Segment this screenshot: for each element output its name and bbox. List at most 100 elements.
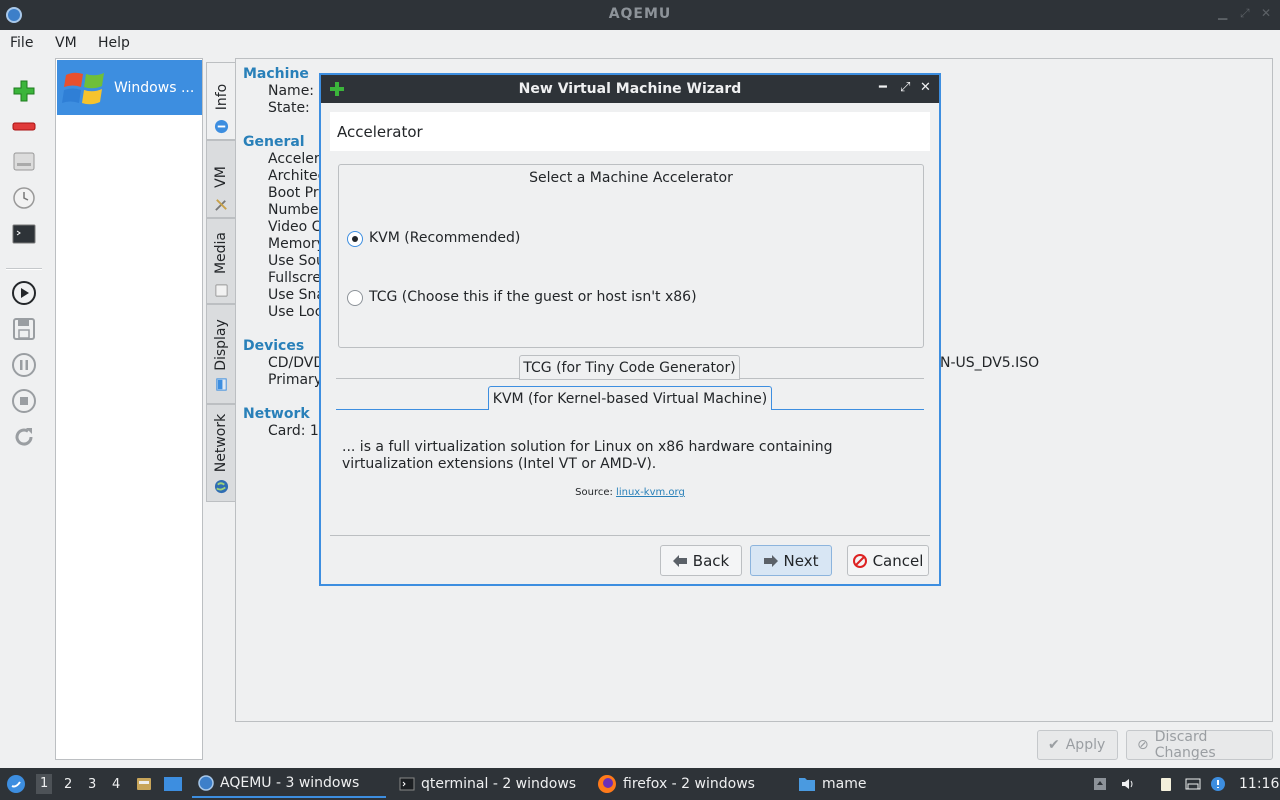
dialog-minimize-icon[interactable]: ━ — [879, 80, 887, 95]
clock-icon — [13, 187, 35, 209]
windows-logo-icon — [62, 72, 104, 105]
play-icon — [12, 281, 36, 305]
section-general: General — [243, 134, 305, 150]
firefox-icon — [598, 775, 616, 793]
maximize-icon[interactable]: ⤢ — [1240, 6, 1250, 21]
section-machine: Machine — [243, 66, 309, 82]
tab-media[interactable]: Media — [206, 218, 236, 304]
volume-icon[interactable] — [1120, 776, 1136, 792]
task-firefox-label: firefox - 2 windows — [623, 776, 755, 792]
add-vm-button[interactable] — [10, 77, 38, 105]
cd-dvd-iso-value: N-US_DV5.ISO — [940, 355, 1040, 371]
snapshots-button[interactable] — [10, 184, 38, 212]
clipboard-icon[interactable] — [1158, 776, 1174, 792]
vertical-tab-bar: Info VM Media Display Network — [206, 58, 236, 503]
next-button[interactable]: Next — [750, 545, 832, 576]
system-taskbar: 1 2 3 4 AQEMU - 3 windows qterminal - 2 … — [0, 768, 1280, 800]
tray-storage-icon[interactable] — [1092, 776, 1108, 792]
remove-vm-button[interactable] — [10, 113, 38, 141]
tcg-radio-label[interactable]: TCG (Choose this if the guest or host is… — [369, 289, 697, 305]
accelerator-description: ... is a full virtualization solution fo… — [342, 439, 833, 472]
field-primary: Primary — [268, 372, 323, 388]
field-number-cpus: Number — [268, 202, 325, 218]
apply-button[interactable]: ✔ Apply — [1037, 730, 1118, 760]
kvm-radio-label[interactable]: KVM (Recommended) — [369, 230, 520, 246]
folder-icon — [799, 778, 815, 791]
section-devices: Devices — [243, 338, 305, 354]
workspace-2[interactable]: 2 — [64, 777, 72, 792]
task-firefox[interactable]: firefox - 2 windows — [595, 770, 785, 798]
save-vm-button[interactable] — [10, 315, 38, 343]
task-mame[interactable]: mame — [796, 770, 916, 798]
window-title: AQEMU — [608, 6, 672, 22]
arrow-left-icon — [672, 554, 687, 567]
dialog-titlebar: New Virtual Machine Wizard ━ ⤢ ✕ — [321, 75, 939, 103]
vm-settings-button[interactable] — [10, 148, 38, 176]
tab-info[interactable]: Info — [206, 62, 236, 140]
field-cd-dvd: CD/DVD — [268, 355, 325, 371]
field-use-snapshot: Use Sna — [268, 287, 325, 303]
network-icon[interactable] — [1185, 776, 1201, 792]
save-icon — [13, 318, 35, 340]
pause-vm-button[interactable] — [10, 351, 38, 379]
updates-icon[interactable] — [1210, 776, 1226, 792]
clock[interactable]: 11:16 — [1239, 776, 1279, 792]
reset-vm-button[interactable] — [10, 423, 38, 451]
tab-vm[interactable]: VM — [206, 140, 236, 218]
terminal-button[interactable] — [10, 220, 38, 248]
field-architecture: Architec — [268, 168, 326, 184]
task-qterminal[interactable]: qterminal - 2 windows — [395, 770, 585, 798]
cancel-icon — [852, 553, 867, 568]
discard-changes-button[interactable]: ⊘ Discard Changes — [1126, 729, 1273, 761]
menu-file[interactable]: File — [10, 35, 33, 51]
menu-vm[interactable]: VM — [55, 35, 77, 51]
show-desktop-icon[interactable] — [163, 775, 183, 793]
source-line: Source: linux-kvm.org — [321, 487, 939, 498]
vm-list-item[interactable]: Windows ... — [57, 60, 202, 115]
workspace-1[interactable]: 1 — [36, 774, 53, 794]
vm-name-label: Windows ... — [114, 80, 195, 96]
minimize-icon[interactable]: ▁ — [1218, 6, 1227, 20]
menu-help[interactable]: Help — [98, 35, 130, 51]
tab-network-label: Network — [213, 413, 229, 473]
dialog-close-icon[interactable]: ✕ — [920, 80, 931, 95]
wizard-page-title: Accelerator — [337, 123, 423, 141]
source-link[interactable]: linux-kvm.org — [616, 487, 685, 498]
workspace-4[interactable]: 4 — [112, 777, 120, 792]
task-qterminal-label: qterminal - 2 windows — [421, 776, 577, 792]
group-title: Select a Machine Accelerator — [529, 170, 733, 186]
minus-icon — [12, 122, 36, 131]
tcg-radio[interactable] — [347, 290, 363, 306]
field-use-local-time: Use Loc — [268, 304, 323, 320]
cancel-label: Cancel — [872, 551, 924, 570]
plus-icon — [13, 80, 35, 102]
terminal-icon — [12, 224, 36, 244]
tab-kvm[interactable]: KVM (for Kernel-based Virtual Machine) — [488, 386, 772, 410]
field-use-sound: Use Sou — [268, 253, 325, 269]
workspace-3[interactable]: 3 — [88, 777, 96, 792]
new-vm-wizard-dialog: New Virtual Machine Wizard ━ ⤢ ✕ Acceler… — [319, 73, 941, 586]
stop-vm-button[interactable] — [10, 387, 38, 415]
dialog-maximize-icon[interactable]: ⤢ — [900, 80, 910, 95]
task-mame-label: mame — [822, 776, 867, 792]
start-vm-button[interactable] — [10, 279, 38, 307]
close-icon[interactable]: ✕ — [1261, 6, 1271, 20]
tab-tcg[interactable]: TCG (for Tiny Code Generator) — [519, 355, 740, 380]
task-aqemu[interactable]: AQEMU - 3 windows — [192, 770, 386, 798]
cancel-button[interactable]: Cancel — [847, 545, 929, 576]
main-toolbar — [0, 56, 50, 766]
field-video-card: Video C — [268, 219, 322, 235]
field-memory: Memory — [268, 236, 325, 252]
aqemu-icon — [198, 775, 214, 791]
back-button[interactable]: Back — [660, 545, 742, 576]
tab-display[interactable]: Display — [206, 304, 236, 404]
kvm-radio[interactable] — [347, 231, 363, 247]
stop-icon — [12, 389, 36, 413]
file-manager-icon[interactable] — [135, 775, 153, 793]
media-icon — [215, 284, 228, 297]
tab-network[interactable]: Network — [206, 404, 236, 502]
tab-media-label: Media — [213, 231, 229, 275]
arrow-right-icon — [763, 554, 778, 567]
start-menu-icon[interactable] — [6, 774, 26, 794]
terminal-icon — [399, 777, 415, 791]
